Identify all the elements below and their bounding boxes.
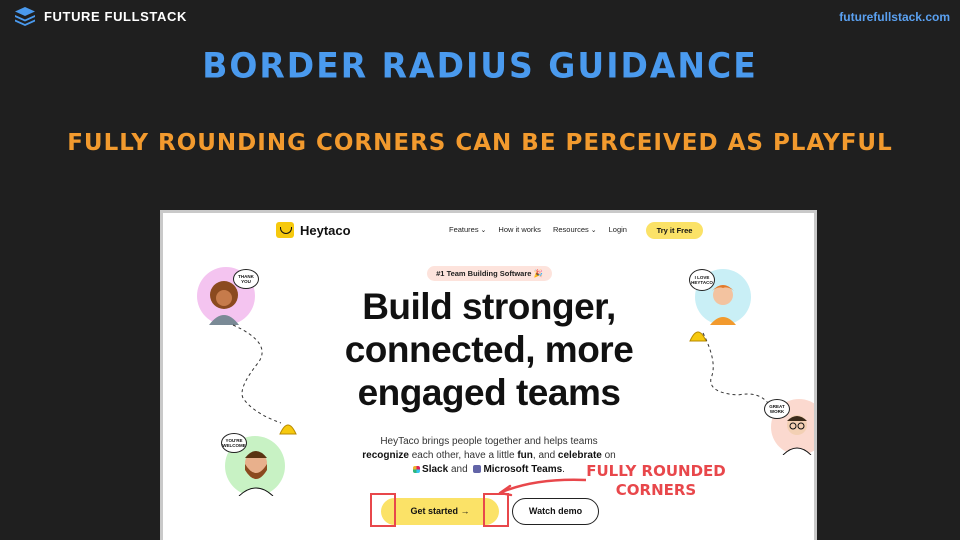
- page-subtitle: Fully Rounding Corners Can Be Perceived …: [67, 130, 893, 156]
- annotation-label: FULLY ROUNDED CORNERS: [586, 462, 726, 500]
- annotation-line: CORNERS: [615, 481, 697, 499]
- brand-logo: FUTURE FULLSTACK: [14, 6, 187, 26]
- brand-name: FUTURE FULLSTACK: [44, 8, 187, 24]
- taco-icon: [689, 331, 707, 342]
- layers-icon: [15, 7, 35, 26]
- site-url[interactable]: futurefullstack.com: [839, 10, 950, 24]
- taco-icon: [279, 424, 297, 435]
- page-title: Border Radius Guidance: [202, 45, 758, 86]
- annotation-arrow-icon: [498, 478, 587, 497]
- annotation-line: FULLY ROUNDED: [586, 462, 726, 480]
